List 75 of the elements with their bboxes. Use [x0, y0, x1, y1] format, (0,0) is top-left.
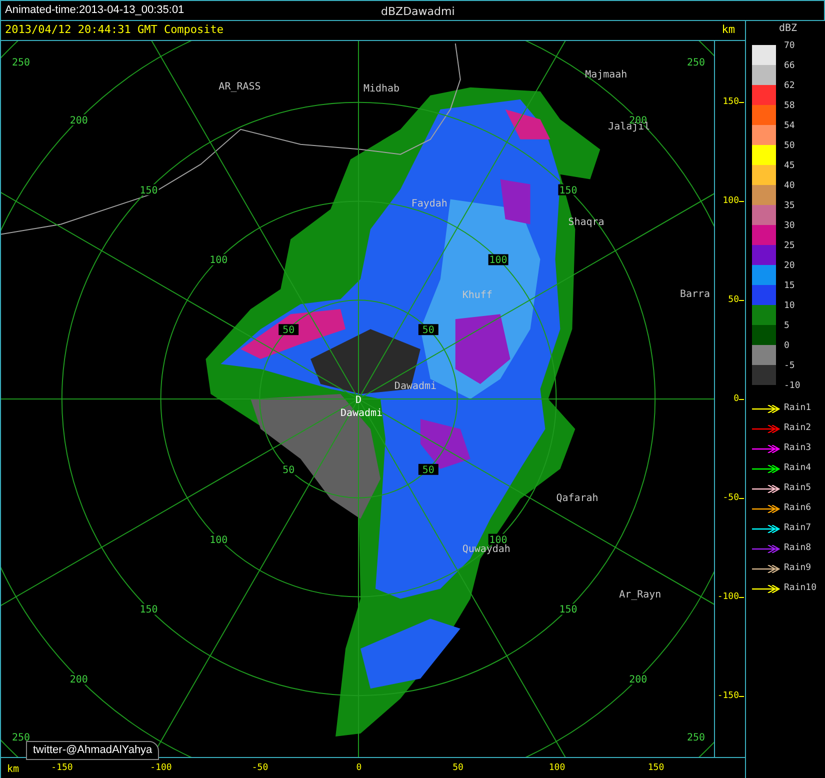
range-label: 250 [10, 732, 31, 744]
rain-legend-label: Rain4 [784, 462, 812, 475]
x-axis-unit: km [7, 763, 20, 777]
place-label: Midhab [364, 83, 400, 94]
scale-label: 15 [784, 281, 795, 291]
x-axis-tick-label: 50 [452, 762, 464, 775]
place-label: Faydah [411, 198, 448, 210]
credit-label: twitter-@AhmadAlYahya [26, 741, 160, 760]
rain-legend-label: Rain1 [784, 402, 812, 415]
scale-label: 10 [784, 301, 795, 311]
range-label: 50 [418, 324, 438, 336]
scale-label: -10 [784, 381, 800, 391]
rain-legend-label: Rain2 [784, 422, 812, 435]
place-label: Ar_Rayn [619, 590, 662, 601]
y-axis-tick-label: 150 [722, 96, 739, 108]
scale-label: 30 [784, 221, 795, 231]
scale-label: 45 [784, 161, 795, 171]
unit-label: km [722, 22, 735, 38]
range-label: 200 [68, 114, 89, 126]
place-label: Khuff [462, 290, 492, 302]
place-label: Barra [680, 289, 710, 300]
rain-legend-label: Rain9 [784, 562, 812, 575]
range-label: 100 [208, 254, 229, 266]
scale-label: 70 [784, 41, 795, 51]
range-label: 150 [138, 184, 159, 196]
legend-unit: dBZ [779, 22, 798, 36]
x-axis-tick-label: 0 [355, 762, 363, 775]
range-label: 250 [686, 56, 706, 68]
range-label: 150 [138, 604, 159, 616]
rain-legend-label: Rain5 [784, 482, 812, 495]
range-label: 150 [558, 604, 578, 616]
y-axis-tick-label: -50 [722, 492, 739, 504]
x-axis-tick-label: -100 [149, 762, 173, 775]
radar-site-label: Dawadmi [340, 408, 383, 419]
scale-label: 0 [784, 341, 790, 351]
place-label: Majmaah [585, 69, 628, 80]
y-axis-tick-label: -150 [716, 690, 739, 702]
range-label: 200 [68, 674, 89, 686]
place-label: Qafarah [556, 492, 598, 504]
timestamp-label: 2013/04/12 20:44:31 GMT Composite [5, 22, 224, 38]
scale-label: 50 [784, 141, 795, 151]
x-axis-tick-label: -50 [250, 762, 270, 775]
range-label: 150 [558, 184, 578, 196]
y-axis-tick-label: -100 [716, 591, 739, 603]
product-title: dBZDawadmi [381, 4, 455, 20]
range-label: 50 [278, 324, 299, 336]
x-axis-tick-label: 150 [646, 762, 666, 775]
scale-label: 35 [784, 201, 795, 211]
radar-site-label: D [356, 395, 362, 406]
scale-label: 54 [784, 121, 795, 131]
rain-legend-label: Rain10 [784, 582, 817, 595]
y-axis-tick-label: 0 [732, 393, 739, 405]
scale-label: 25 [784, 241, 795, 251]
scale-label: 66 [784, 61, 795, 71]
rain-legend-label: Rain7 [784, 522, 812, 535]
x-axis-tick-label: -150 [50, 762, 74, 775]
scale-label: -5 [784, 361, 795, 371]
x-axis-tick-label: 100 [548, 762, 566, 775]
y-axis-tick-label: 50 [727, 294, 739, 306]
scale-label: 5 [784, 321, 790, 331]
range-label: 100 [208, 534, 229, 546]
scale-label: 20 [784, 261, 795, 271]
place-label: AR_RASS [218, 81, 261, 92]
scale-label: 40 [784, 181, 795, 191]
range-label: 100 [488, 254, 508, 266]
scale-label: 58 [784, 101, 795, 111]
range-label: 200 [628, 674, 648, 686]
rain-legend-label: Rain3 [784, 442, 812, 455]
animated-time-label: Animated-time:2013-04-13_00:35:01 [5, 3, 184, 18]
rain-legend-label: Rain8 [784, 542, 812, 555]
scale-label: 62 [784, 81, 795, 91]
range-label: 250 [686, 732, 706, 744]
range-label: 250 [10, 56, 31, 68]
y-axis-tick-label: 100 [722, 195, 739, 207]
rain-legend-label: Rain6 [784, 502, 812, 515]
